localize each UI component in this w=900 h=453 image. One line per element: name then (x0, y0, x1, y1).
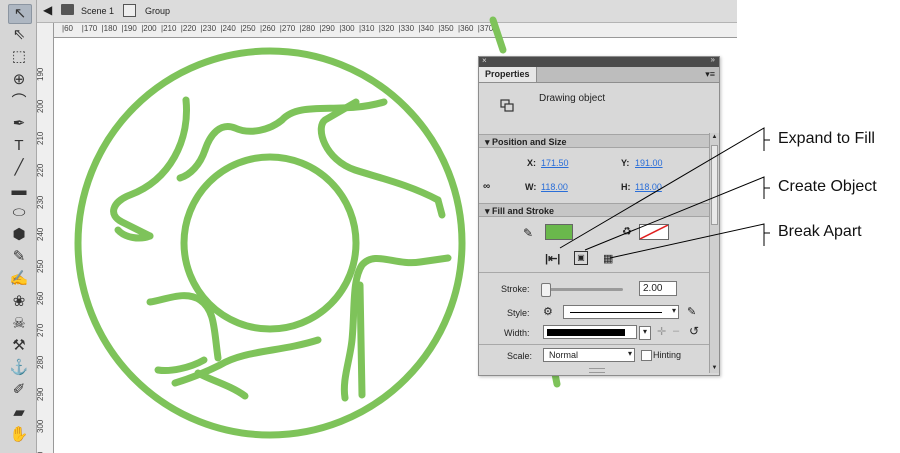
callout-line-break (609, 223, 770, 259)
callout-lines (559, 127, 770, 259)
callout-expand-to-fill: Expand to Fill (778, 130, 875, 147)
callout-break-apart: Break Apart (778, 223, 862, 240)
callout-line-create (584, 176, 770, 251)
callout-create-object: Create Object (778, 178, 877, 195)
